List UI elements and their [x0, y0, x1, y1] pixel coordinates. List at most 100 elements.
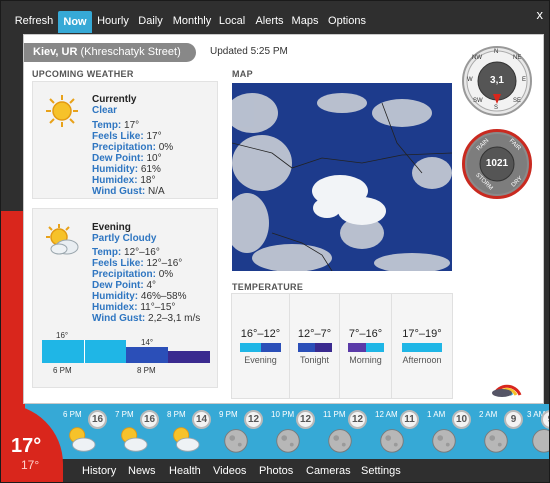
row-value: 4° [146, 280, 157, 291]
row-value: 17° [146, 131, 162, 142]
hour-item[interactable]: 3 AM 9 [525, 408, 549, 456]
mini-label-top: 16° [56, 331, 69, 340]
row-label: Precipitation: [92, 142, 156, 153]
row-value: 61% [140, 164, 161, 175]
temp-range: 16°–12° [240, 328, 281, 340]
bottom-nav-settings[interactable]: Settings [361, 465, 401, 477]
hour-item[interactable]: 8 PM 14 [165, 408, 217, 456]
bottom-nav-history[interactable]: History [82, 465, 116, 477]
barometer[interactable]: RAIN FAIR STORM DRY 1021 [462, 129, 532, 199]
row-label: Dew Point: [92, 153, 144, 164]
bottom-nav-news[interactable]: News [128, 465, 156, 477]
nav-now[interactable]: Now [58, 11, 92, 33]
moon-icon [432, 429, 456, 453]
current-temp-main: 17° [11, 435, 42, 457]
row-label: Dew Point: [92, 280, 144, 291]
row-label: Temp: [92, 247, 122, 258]
app-window: Refresh Now Hourly Daily Monthly Local A… [0, 0, 550, 483]
evening-temp-row: Temp: 12°–16° [92, 247, 160, 258]
row-label: Wind Gust: [92, 313, 146, 324]
map-title: MAP [232, 69, 253, 79]
bottom-nav-photos[interactable]: Photos [259, 465, 293, 477]
wind-compass[interactable]: N NE E SE S SW W NW 3,1 [462, 46, 532, 116]
hour-item[interactable]: 11 PM 12 [321, 408, 373, 456]
radar-map-image [232, 83, 452, 271]
hour-item[interactable]: 1 AM 10 [425, 408, 477, 456]
row-value: 11°–15° [140, 302, 176, 313]
mini-bar [168, 351, 210, 363]
evening-feels-row: Feels Like: 12°–16° [92, 258, 182, 269]
current-feels-row: Feels Like: 17° [92, 131, 162, 142]
temperature-panel: 16°–12° Evening 12°–7° Tonight 7°–16° Mo… [231, 293, 453, 399]
hour-time: 6 PM [63, 410, 82, 419]
nav-daily[interactable]: Daily [137, 12, 164, 30]
compass-label: E [522, 77, 527, 83]
nav-alerts[interactable]: Alerts [254, 12, 285, 30]
current-humidex-row: Humidex: 18° [92, 175, 155, 186]
current-condition: Clear [92, 105, 118, 116]
nav-maps[interactable]: Maps [291, 12, 319, 30]
hour-time: 9 PM [219, 410, 238, 419]
radar-map[interactable] [232, 83, 452, 271]
weather-logo-icon [492, 384, 522, 397]
pressure-value: 1021 [485, 158, 509, 169]
moon-icon [532, 429, 549, 453]
bottom-nav-videos[interactable]: Videos [213, 465, 246, 477]
temperature-title: TEMPERATURE [232, 282, 304, 292]
current-gust-row: Wind Gust: N/A [92, 186, 165, 197]
mini-label-bottom: 6 PM [53, 366, 72, 375]
row-label: Feels Like: [92, 258, 144, 269]
row-value: 10° [146, 153, 162, 164]
compass-label: SE [513, 98, 522, 104]
nav-local[interactable]: Local [218, 12, 246, 30]
evening-humidex-row: Humidex: 11°–15° [92, 302, 175, 313]
location-tab[interactable]: Kiev, UR (Khreschatyk Street) [24, 43, 196, 62]
nav-monthly[interactable]: Monthly [171, 12, 213, 30]
moon-icon [224, 429, 248, 453]
evening-title: Evening [92, 222, 131, 233]
partly-cloudy-icon [69, 427, 96, 452]
hourly-strip: 6 PM 16 7 PM 16 8 PM 14 9 PM 12 10 PM 12… [25, 404, 549, 459]
bottom-nav: History News Health Videos Photos Camera… [63, 459, 549, 482]
current-title: Currently [92, 94, 137, 105]
temp-bar [402, 343, 442, 352]
temp-tonight: 12°–7° Tonight [290, 294, 340, 398]
hour-item[interactable]: 2 AM 9 [477, 408, 529, 456]
current-precip-row: Precipitation: 0% [92, 142, 173, 153]
row-value: 12°–16° [146, 258, 183, 269]
temp-bar [315, 343, 332, 352]
top-nav: Refresh Now Hourly Daily Monthly Local A… [1, 1, 549, 34]
row-value: N/A [148, 186, 165, 197]
nav-options[interactable]: Options [327, 12, 367, 30]
wind-value: 3,1 [490, 75, 504, 86]
bottom-nav-cameras[interactable]: Cameras [306, 465, 351, 477]
hour-time: 12 AM [375, 410, 398, 419]
temp-morning: 7°–16° Morning [340, 294, 392, 398]
hour-item[interactable]: 9 PM 12 [217, 408, 269, 456]
mini-bar [84, 340, 126, 363]
hour-time: 10 PM [271, 410, 295, 419]
row-label: Precipitation: [92, 269, 156, 280]
partly-cloudy-icon [46, 224, 79, 255]
hour-item[interactable]: 7 PM 16 [113, 408, 165, 456]
hour-time: 7 PM [115, 410, 134, 419]
temp-bar [366, 343, 384, 352]
bottom-nav-health[interactable]: Health [169, 465, 201, 477]
moon-icon [328, 429, 352, 453]
hour-item[interactable]: 10 PM 12 [269, 408, 321, 456]
close-icon[interactable]: x [537, 7, 544, 22]
row-label: Humidex: [92, 302, 138, 313]
row-value: 12°–16° [124, 247, 160, 258]
nav-refresh[interactable]: Refresh [11, 12, 57, 30]
row-value: 46%–58% [140, 291, 187, 302]
temp-name: Evening [244, 355, 277, 365]
hour-item[interactable]: 6 PM 16 [61, 408, 113, 456]
nav-hourly[interactable]: Hourly [95, 12, 131, 30]
temp-bar [261, 343, 281, 352]
hour-item[interactable]: 12 AM 11 [373, 408, 425, 456]
row-value: 17° [124, 120, 140, 131]
hour-time: 2 AM [479, 410, 498, 419]
row-label: Wind Gust: [92, 186, 146, 197]
temp-name: Tonight [299, 355, 330, 365]
partly-cloudy-icon [173, 427, 200, 452]
